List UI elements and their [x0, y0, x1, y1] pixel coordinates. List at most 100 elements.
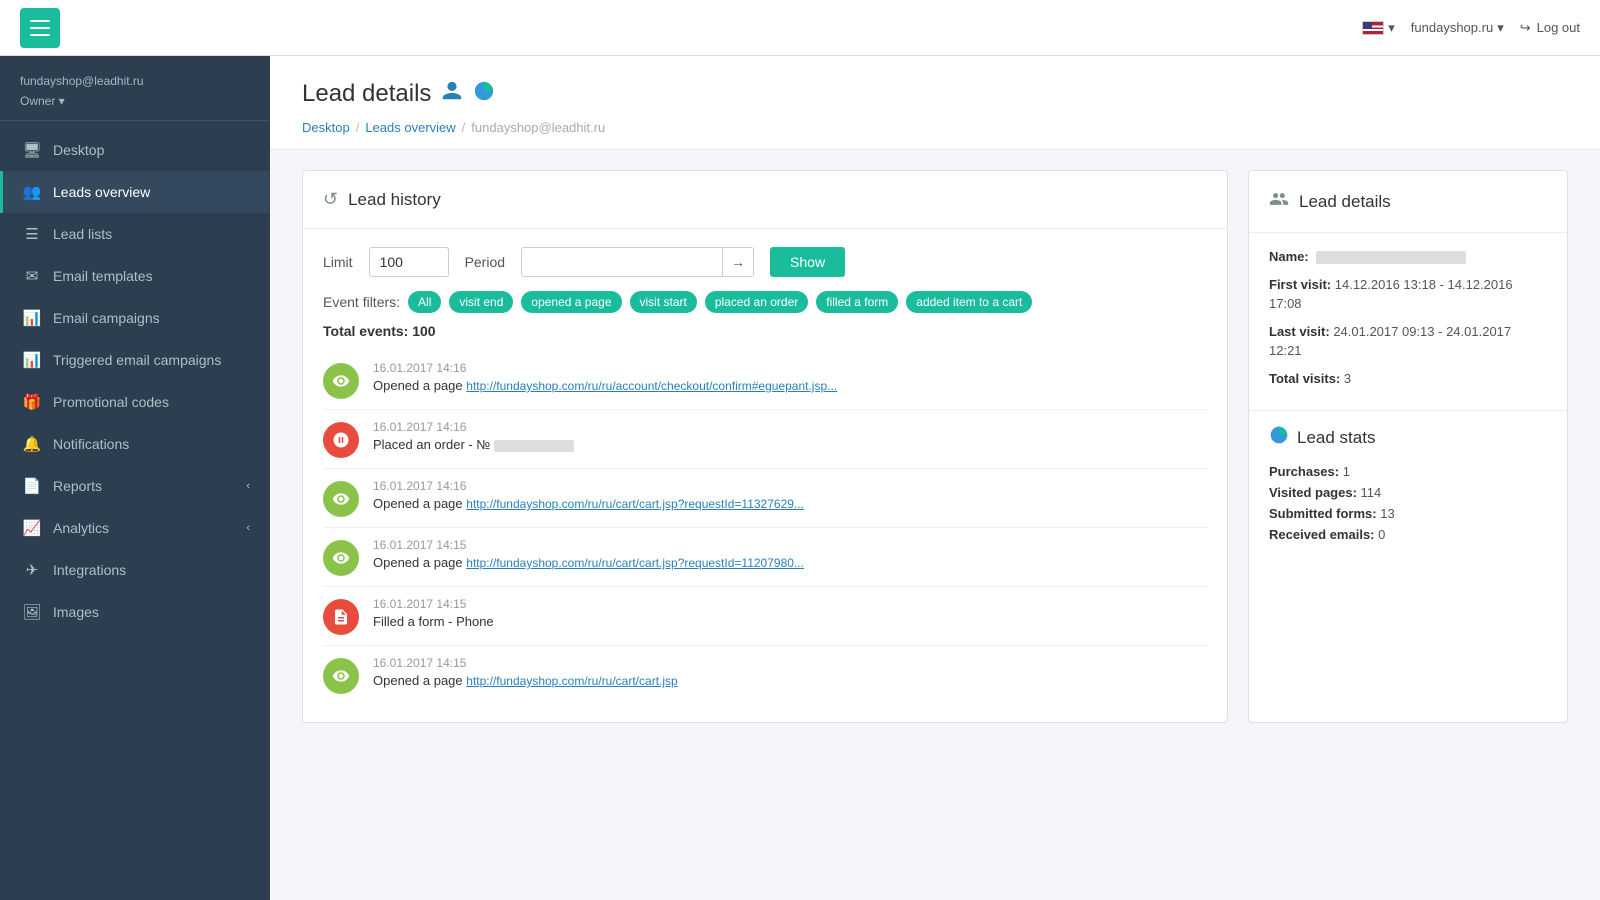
event-content: 16.01.2017 14:16 Opened a page http://fu… — [373, 361, 1207, 393]
event-form-icon — [323, 599, 359, 635]
images-icon: 🖼 — [23, 603, 41, 621]
sidebar-item-lead-lists[interactable]: ☰ Lead lists — [0, 213, 270, 255]
lead-total-visits-row: Total visits: 3 — [1269, 369, 1547, 389]
filter-opened-page[interactable]: opened a page — [521, 291, 621, 313]
filter-added-cart[interactable]: added item to a cart — [906, 291, 1032, 313]
reports-icon: 📄 — [23, 477, 41, 495]
sidebar-item-images[interactable]: 🖼 Images — [0, 591, 270, 633]
sidebar-item-label-reports: Reports — [53, 478, 102, 494]
app-layout: fundayshop@leadhit.ru Owner 🖥 Desktop 👥 … — [0, 56, 1600, 900]
analytics-chevron-icon: ‹ — [246, 522, 250, 534]
sidebar-item-label-notifications: Notifications — [53, 436, 129, 452]
event-link[interactable]: http://fundayshop.com/ru/ru/cart/cart.js… — [466, 674, 677, 688]
show-button[interactable]: Show — [770, 247, 845, 277]
period-label: Period — [465, 254, 505, 270]
sidebar-user-section: fundayshop@leadhit.ru Owner — [0, 56, 270, 121]
visited-pages-label: Visited pages: — [1269, 485, 1357, 500]
event-link[interactable]: http://fundayshop.com/ru/ru/cart/cart.js… — [466, 497, 804, 511]
lead-stats-icon — [1269, 425, 1289, 450]
sidebar-item-desktop[interactable]: 🖥 Desktop — [0, 129, 270, 171]
breadcrumb-leads-overview[interactable]: Leads overview — [365, 120, 455, 135]
breadcrumb-desktop[interactable]: Desktop — [302, 120, 350, 135]
submitted-forms-label: Submitted forms: — [1269, 506, 1377, 521]
filter-all[interactable]: All — [408, 291, 441, 313]
event-time: 16.01.2017 14:16 — [373, 420, 1207, 434]
page-title: Lead details — [302, 80, 1568, 108]
hamburger-line2 — [30, 27, 50, 29]
sidebar-item-reports[interactable]: 📄 Reports ‹ — [0, 465, 270, 507]
received-emails-label: Received emails: — [1269, 527, 1375, 542]
sidebar-item-integrations[interactable]: ✈ Integrations — [0, 549, 270, 591]
promotional-codes-icon: 🎁 — [23, 393, 41, 411]
email-campaigns-icon: 📊 — [23, 309, 41, 327]
event-desc: Placed an order - № — [373, 437, 1207, 452]
total-visits-label: Total visits: — [1269, 371, 1340, 386]
lead-history-body: Limit Period → Show Event filters: All — [303, 229, 1227, 722]
event-item: 16.01.2017 14:16 Opened a page http://fu… — [323, 351, 1207, 410]
visited-pages-row: Visited pages: 114 — [1269, 485, 1547, 500]
limit-input[interactable] — [369, 247, 449, 277]
user-menu-button[interactable]: fundayshop.ru ▾ — [1411, 20, 1504, 36]
sidebar-item-email-templates[interactable]: ✉ Email templates — [0, 255, 270, 297]
logout-button[interactable]: ↪ Log out — [1520, 20, 1580, 36]
sidebar-item-label-lead-lists: Lead lists — [53, 226, 112, 242]
event-link[interactable]: http://fundayshop.com/ru/ru/account/chec… — [466, 379, 837, 393]
sidebar-item-notifications[interactable]: 🔔 Notifications — [0, 423, 270, 465]
notifications-icon: 🔔 — [23, 435, 41, 453]
desktop-icon: 🖥 — [23, 141, 41, 159]
lead-history-header: ↺ Lead history — [303, 171, 1227, 229]
sidebar-item-promotional-codes[interactable]: 🎁 Promotional codes — [0, 381, 270, 423]
event-item: 16.01.2017 14:16 Opened a page http://fu… — [323, 469, 1207, 528]
submitted-forms-value: 13 — [1380, 506, 1394, 521]
filter-filled-form[interactable]: filled a form — [816, 291, 898, 313]
total-events: Total events: 100 — [323, 323, 1207, 339]
purchases-row: Purchases: 1 — [1269, 464, 1547, 479]
sidebar-user-role[interactable]: Owner — [20, 94, 65, 108]
event-content: 16.01.2017 14:15 Filled a form - Phone — [373, 597, 1207, 629]
event-eye-icon — [323, 481, 359, 517]
event-item: 16.01.2017 14:15 Opened a page http://fu… — [323, 646, 1207, 704]
page-header: Lead details Desktop / Leads overview / — [270, 56, 1600, 150]
sidebar-item-email-campaigns[interactable]: 📊 Email campaigns — [0, 297, 270, 339]
controls-row: Limit Period → Show — [323, 247, 1207, 277]
events-list: 16.01.2017 14:16 Opened a page http://fu… — [323, 351, 1207, 704]
lead-detail-section: Name: First visit: 14.12.2016 13:18 - 14… — [1249, 233, 1567, 410]
purchases-value: 1 — [1343, 464, 1350, 479]
event-time: 16.01.2017 14:15 — [373, 656, 1207, 670]
last-visit-label: Last visit: — [1269, 324, 1330, 339]
event-link[interactable]: http://fundayshop.com/ru/ru/cart/cart.js… — [466, 556, 804, 570]
period-arrow-icon[interactable]: → — [722, 248, 753, 276]
filter-placed-order[interactable]: placed an order — [705, 291, 808, 313]
hamburger-button[interactable] — [20, 8, 60, 48]
event-filters-row: Event filters: All visit end opened a pa… — [323, 291, 1207, 313]
sidebar-item-analytics[interactable]: 📈 Analytics ‹ — [0, 507, 270, 549]
sidebar-item-label-integrations: Integrations — [53, 562, 126, 578]
filter-visit-end[interactable]: visit end — [449, 291, 513, 313]
sidebar-item-leads-overview[interactable]: 👥 Leads overview — [0, 171, 270, 213]
integrations-icon: ✈ — [23, 561, 41, 579]
history-icon: ↺ — [323, 189, 338, 210]
event-desc: Opened a page http://fundayshop.com/ru/r… — [373, 378, 1207, 393]
content-body: ↺ Lead history Limit Period → Show — [270, 150, 1600, 743]
event-eye-icon — [323, 658, 359, 694]
lead-first-visit-row: First visit: 14.12.2016 13:18 - 14.12.20… — [1269, 275, 1547, 314]
filter-visit-start[interactable]: visit start — [630, 291, 697, 313]
period-input[interactable] — [522, 248, 722, 276]
event-order-icon — [323, 422, 359, 458]
top-navbar: ▾ fundayshop.ru ▾ ↪ Log out — [0, 0, 1600, 56]
language-selector[interactable]: ▾ — [1362, 20, 1395, 36]
navbar-left — [20, 8, 60, 48]
navbar-right: ▾ fundayshop.ru ▾ ↪ Log out — [1362, 20, 1580, 36]
hamburger-line1 — [30, 20, 50, 22]
received-emails-row: Received emails: 0 — [1269, 527, 1547, 542]
event-desc: Opened a page http://fundayshop.com/ru/r… — [373, 555, 1207, 570]
email-templates-icon: ✉ — [23, 267, 41, 285]
user-email-label: fundayshop.ru — [1411, 20, 1493, 35]
breadcrumb: Desktop / Leads overview / fundayshop@le… — [302, 120, 1568, 149]
sidebar-item-label-leads-overview: Leads overview — [53, 184, 150, 200]
event-eye-icon — [323, 363, 359, 399]
sidebar-item-label-email-templates: Email templates — [53, 268, 153, 284]
event-content: 16.01.2017 14:16 Opened a page http://fu… — [373, 479, 1207, 511]
sidebar-item-triggered-email-campaigns[interactable]: 📊 Triggered email campaigns — [0, 339, 270, 381]
first-visit-label: First visit: — [1269, 277, 1331, 292]
